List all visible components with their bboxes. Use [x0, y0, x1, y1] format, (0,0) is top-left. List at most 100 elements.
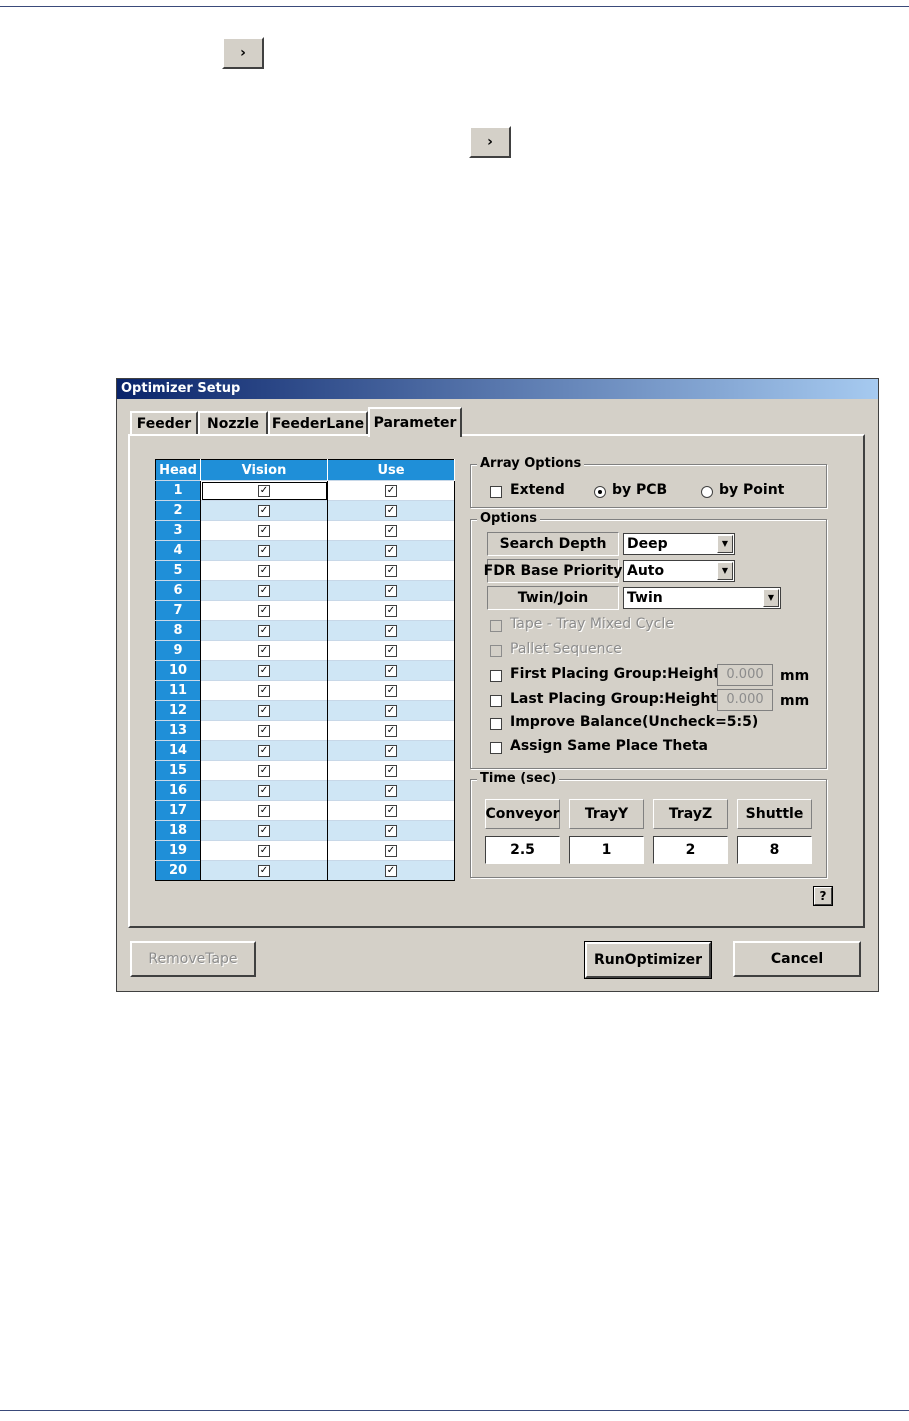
use-checkbox[interactable]: ✓ [385, 864, 397, 877]
vision-checkbox[interactable]: ✓ [258, 524, 270, 537]
vision-checkbox[interactable]: ✓ [258, 644, 270, 657]
assign-theta-checkbox[interactable] [490, 742, 502, 754]
last-unit: mm [780, 693, 810, 709]
use-checkbox[interactable]: ✓ [385, 484, 397, 497]
use-checkbox[interactable]: ✓ [385, 804, 397, 817]
vision-checkbox[interactable]: ✓ [258, 724, 270, 737]
vision-checkbox[interactable]: ✓ [258, 804, 270, 817]
last-placing-checkbox[interactable] [490, 695, 502, 707]
vision-checkbox[interactable]: ✓ [258, 624, 270, 637]
use-checkbox[interactable]: ✓ [385, 504, 397, 517]
vision-cell: ✓ [200, 840, 328, 861]
use-checkbox[interactable]: ✓ [385, 604, 397, 617]
vision-checkbox[interactable]: ✓ [258, 744, 270, 757]
extend-checkbox[interactable] [490, 486, 502, 498]
remove-tape-button[interactable]: RemoveTape [130, 941, 256, 977]
use-checkbox[interactable]: ✓ [385, 544, 397, 557]
vision-cell: ✓ [200, 820, 328, 841]
by-pcb-radio[interactable] [594, 486, 606, 498]
tab-feederlane[interactable]: FeederLane [268, 411, 368, 435]
col-head: Head [155, 459, 201, 481]
trayy-time-input[interactable]: 1 [569, 836, 644, 864]
table-row: 5 ✓ ✓ [155, 560, 455, 581]
fdr-priority-select[interactable]: Auto ▼ [623, 560, 735, 582]
search-depth-select[interactable]: Deep ▼ [623, 533, 735, 555]
vision-cell: ✓ [200, 860, 328, 881]
use-checkbox[interactable]: ✓ [385, 524, 397, 537]
tape-tray-checkbox[interactable] [490, 620, 502, 632]
vision-checkbox[interactable]: ✓ [258, 584, 270, 597]
use-checkbox[interactable]: ✓ [385, 624, 397, 637]
trayz-time-input[interactable]: 2 [653, 836, 728, 864]
use-checkbox[interactable]: ✓ [385, 724, 397, 737]
shuttle-time-input[interactable]: 8 [737, 836, 812, 864]
head-number: 15 [155, 760, 201, 781]
head-number: 5 [155, 560, 201, 581]
by-point-radio[interactable] [701, 486, 713, 498]
first-height-input[interactable]: 0.000 [717, 664, 773, 686]
by-pcb-label: by PCB [612, 482, 668, 498]
head-number: 9 [155, 640, 201, 661]
tab-parameter[interactable]: Parameter [368, 407, 462, 437]
options-title: Options [477, 511, 540, 526]
use-checkbox[interactable]: ✓ [385, 664, 397, 677]
tab-nozzle[interactable]: Nozzle [198, 411, 268, 435]
fdr-priority-value: Auto [627, 563, 665, 579]
head-number: 6 [155, 580, 201, 601]
vision-checkbox[interactable]: ✓ [258, 844, 270, 857]
table-row: 3 ✓ ✓ [155, 520, 455, 541]
tab-feeder[interactable]: Feeder [130, 411, 198, 435]
use-checkbox[interactable]: ✓ [385, 564, 397, 577]
run-optimizer-button[interactable]: RunOptimizer [584, 941, 712, 979]
chevron-down-icon[interactable]: ▼ [717, 562, 733, 580]
head-number: 2 [155, 500, 201, 521]
improve-balance-checkbox[interactable] [490, 718, 502, 730]
chevron-down-icon[interactable]: ▼ [763, 589, 779, 607]
use-cell: ✓ [327, 800, 455, 821]
use-checkbox[interactable]: ✓ [385, 844, 397, 857]
vision-checkbox[interactable]: ✓ [258, 764, 270, 777]
last-height-input[interactable]: 0.000 [717, 689, 773, 711]
vision-checkbox[interactable]: ✓ [258, 484, 270, 497]
conveyor-time-input[interactable]: 2.5 [485, 836, 560, 864]
vision-checkbox[interactable]: ✓ [258, 704, 270, 717]
use-checkbox[interactable]: ✓ [385, 744, 397, 757]
arrow-button-2[interactable]: › [469, 126, 511, 158]
time-header-shuttle: Shuttle [737, 799, 812, 829]
vision-checkbox[interactable]: ✓ [258, 604, 270, 617]
arrow-button-1[interactable]: › [222, 37, 264, 69]
use-cell: ✓ [327, 560, 455, 581]
head-number: 13 [155, 720, 201, 741]
vision-cell: ✓ [200, 640, 328, 661]
vision-cell: ✓ [200, 580, 328, 601]
use-cell: ✓ [327, 640, 455, 661]
use-checkbox[interactable]: ✓ [385, 764, 397, 777]
vision-checkbox[interactable]: ✓ [258, 504, 270, 517]
vision-checkbox[interactable]: ✓ [258, 564, 270, 577]
by-point-label: by Point [719, 482, 785, 498]
table-row: 18 ✓ ✓ [155, 820, 455, 841]
vision-checkbox[interactable]: ✓ [258, 864, 270, 877]
use-checkbox[interactable]: ✓ [385, 824, 397, 837]
use-checkbox[interactable]: ✓ [385, 644, 397, 657]
vision-checkbox[interactable]: ✓ [258, 684, 270, 697]
help-button[interactable]: ? [813, 886, 833, 906]
vision-checkbox[interactable]: ✓ [258, 544, 270, 557]
pallet-checkbox[interactable] [490, 645, 502, 657]
chevron-down-icon[interactable]: ▼ [717, 535, 733, 553]
use-checkbox[interactable]: ✓ [385, 684, 397, 697]
head-number: 3 [155, 520, 201, 541]
use-checkbox[interactable]: ✓ [385, 704, 397, 717]
use-cell: ✓ [327, 720, 455, 741]
use-cell: ✓ [327, 700, 455, 721]
twin-join-select[interactable]: Twin ▼ [623, 587, 781, 609]
vision-checkbox[interactable]: ✓ [258, 784, 270, 797]
use-checkbox[interactable]: ✓ [385, 784, 397, 797]
table-row: 14 ✓ ✓ [155, 740, 455, 761]
table-row: 8 ✓ ✓ [155, 620, 455, 641]
first-placing-checkbox[interactable] [490, 670, 502, 682]
vision-checkbox[interactable]: ✓ [258, 824, 270, 837]
cancel-button[interactable]: Cancel [733, 941, 861, 977]
use-checkbox[interactable]: ✓ [385, 584, 397, 597]
vision-checkbox[interactable]: ✓ [258, 664, 270, 677]
